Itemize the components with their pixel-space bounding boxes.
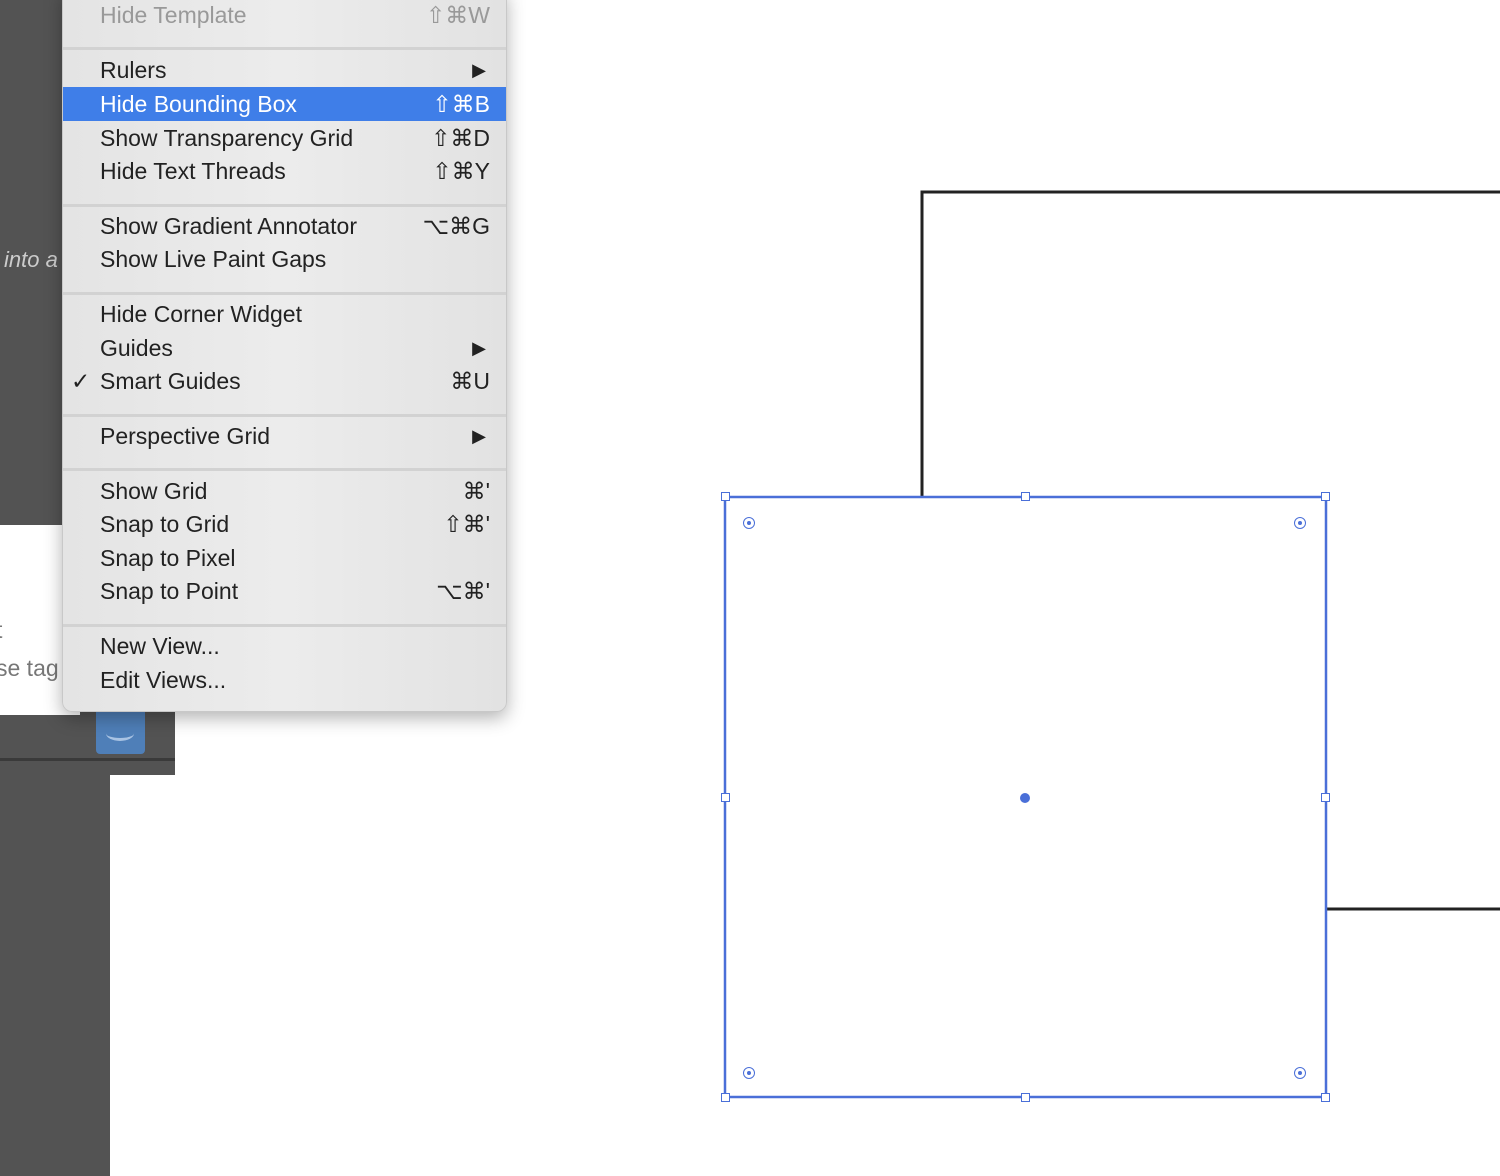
resize-handle[interactable]: [1321, 1093, 1330, 1102]
corner-widget[interactable]: [743, 517, 755, 529]
checkmark-icon: ✓: [71, 368, 91, 394]
menu-shortcut: ⌥⌘G: [422, 213, 490, 239]
menu-item-label: Snap to Pixel: [100, 545, 236, 571]
center-point: [1020, 793, 1030, 803]
resize-handle[interactable]: [1321, 492, 1330, 501]
corner-widget[interactable]: [743, 1067, 755, 1079]
menu-item-hide-template[interactable]: Hide Template ⇧⌘W: [63, 0, 506, 32]
menu-item-label: Show Gradient Annotator: [100, 213, 357, 239]
menu-shortcut: ⌥⌘': [436, 578, 490, 604]
menu-separator: [63, 624, 506, 627]
resize-handle[interactable]: [1021, 492, 1030, 501]
menu-separator: [63, 204, 506, 207]
menu-separator: [63, 414, 506, 417]
menu-separator: [63, 47, 506, 50]
menu-shortcut: ⇧⌘D: [431, 125, 490, 151]
menu-shortcut: ⌘U: [450, 368, 490, 394]
menu-item-label: Snap to Point: [100, 578, 239, 604]
menu-item-label: Show Grid: [100, 478, 208, 504]
menu-item-label: Show Live Paint Gaps: [100, 246, 327, 272]
menu-item-label: Edit Views...: [100, 667, 227, 693]
menu-item-label: Hide Corner Widget: [100, 301, 302, 327]
menu-shortcut: ⇧⌘B: [432, 91, 490, 117]
menu-item-snap-to-point[interactable]: Snap to Point ⌥⌘': [63, 574, 506, 608]
menu-item-show-grid[interactable]: Show Grid ⌘': [63, 474, 506, 508]
resize-handle[interactable]: [721, 492, 730, 501]
menu-shortcut: ⇧⌘W: [426, 2, 490, 28]
menu-shortcut: ⌘': [462, 478, 490, 504]
menu-item-guides[interactable]: Guides ▶: [63, 331, 506, 365]
menu-item-snap-to-grid[interactable]: Snap to Grid ⇧⌘': [63, 507, 506, 541]
menu-item-label: Hide Text Threads: [100, 158, 286, 184]
menu-item-label: Snap to Grid: [100, 511, 230, 537]
menu-item-label: Perspective Grid: [100, 423, 271, 449]
resize-handle[interactable]: [721, 1093, 730, 1102]
view-menu: Hide Template ⇧⌘W Rulers ▶ Hide Bounding Box…: [62, 0, 507, 712]
menu-item-snap-to-pixel[interactable]: Snap to Pixel: [63, 541, 506, 575]
menu-item-show-live-paint-gaps[interactable]: Show Live Paint Gaps: [63, 242, 506, 276]
menu-item-label: Hide Template: [100, 2, 247, 28]
menu-item-show-gradient-annotator[interactable]: Show Gradient Annotator ⌥⌘G: [63, 209, 506, 243]
menu-item-rulers[interactable]: Rulers ▶: [63, 53, 506, 87]
menu-separator: [63, 468, 506, 471]
submenu-arrow-icon: ▶: [472, 426, 486, 446]
corner-widget[interactable]: [1294, 1067, 1306, 1079]
submenu-arrow-icon: ▶: [472, 338, 486, 358]
menu-item-label: Guides: [100, 335, 173, 361]
submenu-arrow-icon: ▶: [472, 60, 486, 80]
menu-item-perspective-grid[interactable]: Perspective Grid ▶: [63, 419, 506, 453]
menu-item-hide-corner-widget[interactable]: Hide Corner Widget: [63, 297, 506, 331]
resize-handle[interactable]: [721, 793, 730, 802]
menu-item-show-transparency-grid[interactable]: Show Transparency Grid ⇧⌘D: [63, 121, 506, 155]
menu-item-label: Hide Bounding Box: [100, 91, 297, 117]
menu-item-new-view[interactable]: New View...: [63, 629, 506, 663]
menu-item-label: Smart Guides: [100, 368, 241, 394]
menu-item-smart-guides[interactable]: ✓ Smart Guides ⌘U: [63, 364, 506, 398]
menu-shortcut: ⇧⌘': [443, 511, 490, 537]
corner-widget[interactable]: [1294, 517, 1306, 529]
menu-item-hide-text-threads[interactable]: Hide Text Threads ⇧⌘Y: [63, 154, 506, 188]
menu-item-label: Rulers: [100, 57, 167, 83]
resize-handle[interactable]: [1321, 793, 1330, 802]
menu-item-label: Show Transparency Grid: [100, 125, 354, 151]
menu-separator: [63, 292, 506, 295]
menu-item-edit-views[interactable]: Edit Views...: [63, 663, 506, 697]
menu-item-label: New View...: [100, 633, 220, 659]
menu-item-hide-bounding-box[interactable]: Hide Bounding Box ⇧⌘B: [63, 87, 506, 121]
menu-shortcut: ⇧⌘Y: [432, 158, 490, 184]
resize-handle[interactable]: [1021, 1093, 1030, 1102]
